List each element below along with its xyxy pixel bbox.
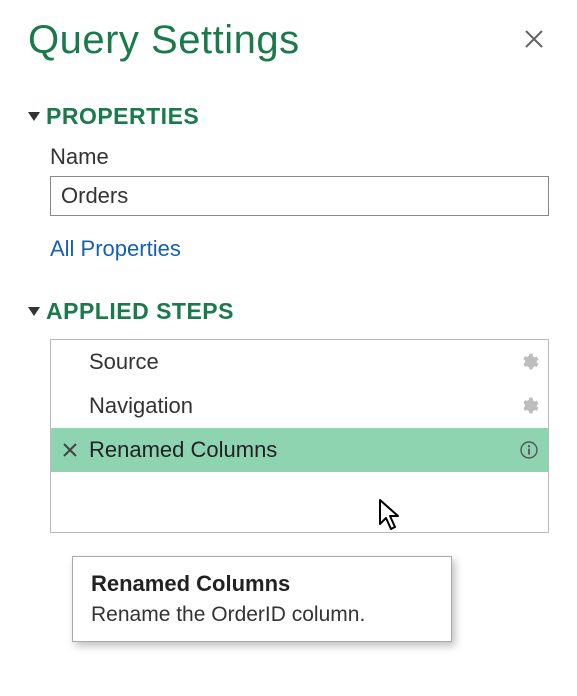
- tooltip-description: Rename the OrderID column.: [91, 603, 433, 627]
- step-row-source[interactable]: Source: [51, 340, 548, 384]
- step-row-renamed-columns[interactable]: Renamed Columns: [51, 428, 548, 472]
- panel-title: Query Settings: [28, 18, 300, 63]
- gear-icon[interactable]: [510, 396, 548, 416]
- tooltip-title: Renamed Columns: [91, 571, 433, 597]
- step-label: Navigation: [89, 393, 510, 419]
- disclosure-triangle-icon[interactable]: [28, 112, 40, 121]
- name-input[interactable]: [50, 176, 549, 216]
- step-label: Source: [89, 349, 510, 375]
- close-icon[interactable]: [519, 23, 549, 59]
- all-properties-link[interactable]: All Properties: [50, 236, 181, 262]
- applied-steps-heading: APPLIED STEPS: [46, 298, 234, 325]
- properties-heading: PROPERTIES: [46, 103, 199, 130]
- step-row-navigation[interactable]: Navigation: [51, 384, 548, 428]
- name-label: Name: [50, 144, 549, 170]
- step-tooltip: Renamed Columns Rename the OrderID colum…: [72, 556, 452, 642]
- gear-icon[interactable]: [510, 352, 548, 372]
- properties-header[interactable]: PROPERTIES: [28, 103, 549, 130]
- applied-steps-list: Source Navigation Renamed Columns: [50, 339, 549, 533]
- applied-steps-header[interactable]: APPLIED STEPS: [28, 298, 549, 325]
- info-icon[interactable]: [510, 441, 548, 459]
- disclosure-triangle-icon[interactable]: [28, 307, 40, 316]
- properties-section: PROPERTIES Name All Properties: [28, 103, 549, 262]
- applied-steps-section: APPLIED STEPS Source Navigation: [28, 298, 549, 533]
- panel-header: Query Settings: [28, 18, 549, 63]
- query-settings-panel: Query Settings PROPERTIES Name All Prope…: [0, 0, 577, 533]
- delete-step-icon[interactable]: [51, 443, 89, 457]
- step-label: Renamed Columns: [89, 437, 510, 463]
